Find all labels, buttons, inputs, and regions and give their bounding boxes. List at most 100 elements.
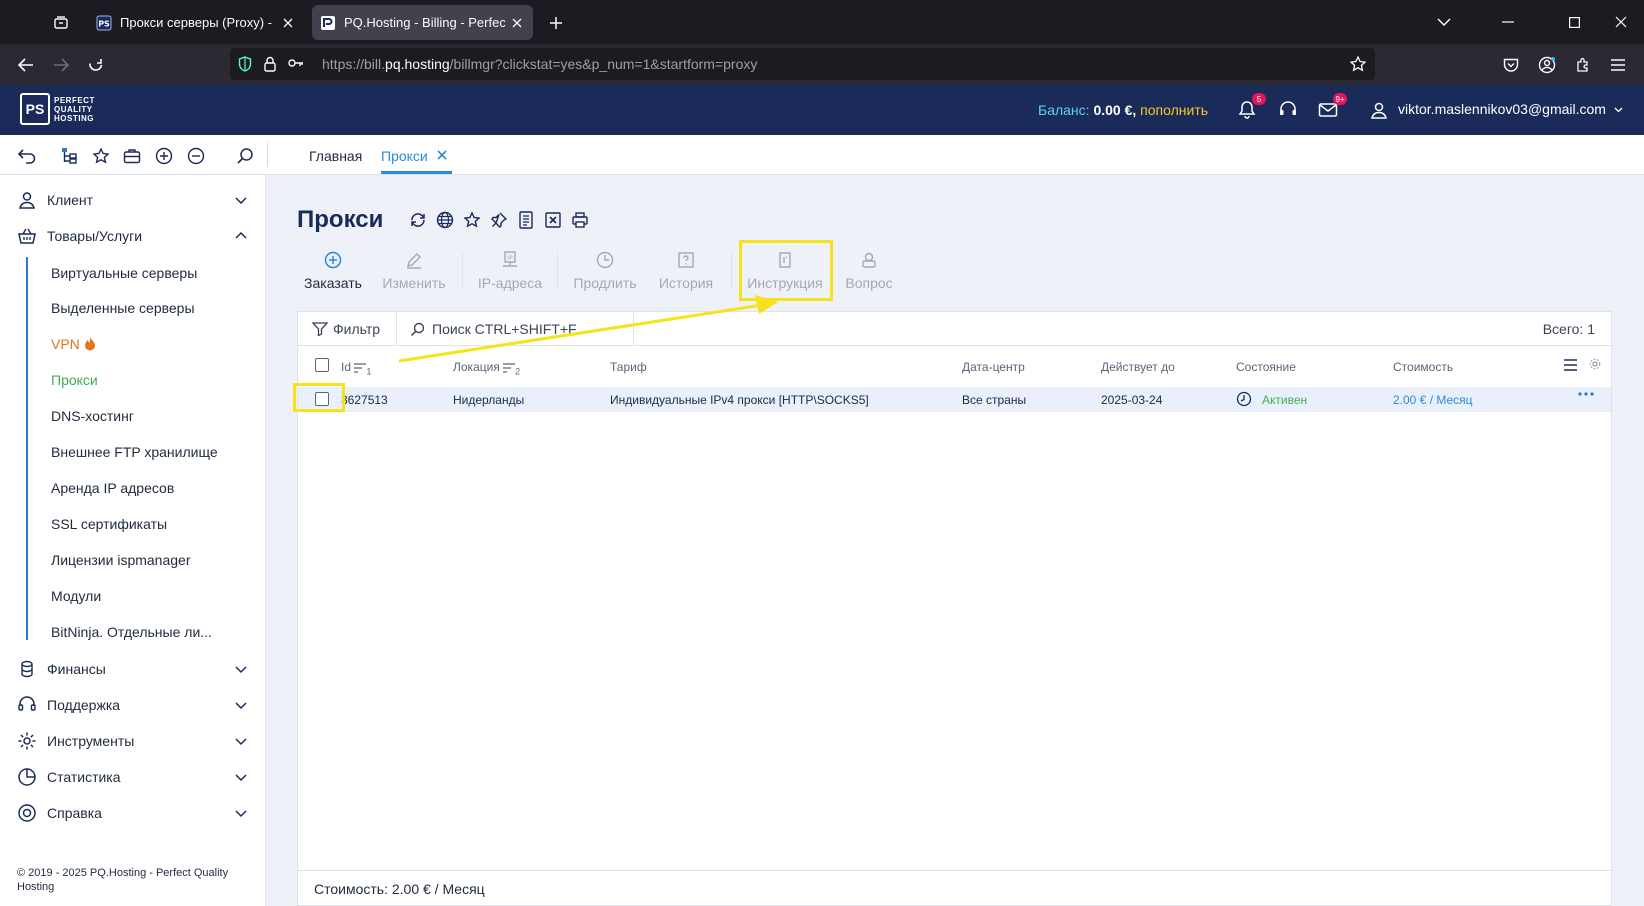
order-button[interactable]: Заказать bbox=[302, 249, 364, 294]
column-header-location[interactable]: Локация 2 bbox=[453, 360, 520, 376]
close-window-icon[interactable] bbox=[1598, 0, 1644, 44]
sidebar-item-products[interactable]: Товары/Услуги bbox=[0, 221, 266, 251]
column-header-datacenter[interactable]: Дата-центр bbox=[962, 360, 1025, 374]
minimize-icon[interactable] bbox=[1485, 0, 1531, 44]
zoom-in-icon[interactable] bbox=[153, 145, 175, 167]
document-icon[interactable] bbox=[516, 210, 536, 230]
ip-addresses-button[interactable]: IP IP-адреса bbox=[476, 249, 544, 294]
sidebar-item-bitninja[interactable]: BitNinja. Отдельные ли... bbox=[51, 624, 212, 640]
history-button[interactable]: История bbox=[655, 249, 717, 294]
sidebar-item-ip-rent[interactable]: Аренда IP адресов bbox=[51, 480, 174, 496]
edit-button[interactable]: Изменить bbox=[380, 249, 448, 294]
active-tab-indicator bbox=[381, 171, 452, 174]
question-button[interactable]: Вопрос bbox=[840, 249, 898, 294]
sidebar-item-help[interactable]: Справка bbox=[0, 798, 266, 828]
back-icon[interactable] bbox=[11, 50, 41, 80]
total-cost: Стоимость: 2.00 € / Месяц bbox=[314, 881, 485, 897]
tab-proxy[interactable]: Прокси bbox=[381, 148, 428, 164]
bookmark-star-icon[interactable] bbox=[1350, 56, 1366, 72]
sidebar-item-support[interactable]: Поддержка bbox=[0, 690, 266, 720]
column-header-cost[interactable]: Стоимость bbox=[1393, 360, 1453, 374]
column-header-status[interactable]: Состояние bbox=[1236, 360, 1296, 374]
lock-icon[interactable] bbox=[264, 56, 276, 72]
row-more-icon[interactable] bbox=[1578, 391, 1594, 397]
sidebar-item-client[interactable]: Клиент bbox=[0, 185, 266, 215]
menu-hamburger-icon[interactable] bbox=[1603, 50, 1633, 80]
coins-icon bbox=[17, 659, 37, 679]
sidebar-item-ftp[interactable]: Внешнее FTP хранилище bbox=[51, 444, 218, 460]
table-row[interactable]: 3627513 Нидерланды Индивидуальные IPv4 п… bbox=[298, 387, 1611, 412]
instruction-highlight-box bbox=[739, 240, 833, 301]
briefcase-icon[interactable] bbox=[121, 145, 143, 167]
sidebar-item-finance[interactable]: Финансы bbox=[0, 654, 266, 684]
fire-icon bbox=[84, 336, 96, 351]
column-header-tariff[interactable]: Тариф bbox=[610, 360, 647, 374]
topup-link[interactable]: пополнить bbox=[1140, 102, 1208, 118]
copyright: © 2019 - 2025 PQ.Hosting - Perfect Quali… bbox=[17, 867, 229, 893]
tab-home[interactable]: Главная bbox=[309, 148, 362, 164]
new-tab-icon[interactable] bbox=[541, 8, 571, 38]
tab-list-chevron-icon[interactable] bbox=[1421, 0, 1467, 44]
select-all-checkbox[interactable] bbox=[315, 358, 329, 372]
tracking-shield-icon[interactable] bbox=[238, 56, 252, 72]
zoom-out-icon[interactable] bbox=[185, 145, 207, 167]
gear-icon bbox=[17, 731, 37, 751]
columns-list-icon[interactable] bbox=[1564, 359, 1577, 371]
tab-billing[interactable]: PQ.Hosting - Billing - Perfect Qu bbox=[312, 5, 533, 40]
pocket-icon[interactable] bbox=[1496, 50, 1526, 80]
clock-icon bbox=[594, 249, 616, 271]
tab-title: Прокси серверы (Proxy) - Купи bbox=[120, 15, 276, 30]
back-arrow-icon[interactable] bbox=[16, 145, 38, 167]
print-icon[interactable] bbox=[570, 210, 590, 230]
reload-icon[interactable] bbox=[81, 50, 111, 80]
url-bar[interactable]: https://bill.pq.hosting/billmgr?clicksta… bbox=[230, 48, 1375, 80]
table-search-input[interactable]: Поиск CTRL+SHIFT+F bbox=[410, 321, 577, 337]
search-icon[interactable] bbox=[234, 145, 256, 167]
total-count: Всего: 1 bbox=[1542, 321, 1595, 337]
sidebar-item-dedicated[interactable]: Выделенные серверы bbox=[51, 300, 195, 316]
star-icon[interactable] bbox=[462, 210, 482, 230]
sidebar-item-vps[interactable]: Виртуальные серверы bbox=[51, 265, 197, 281]
sidebar-item-proxy[interactable]: Прокси bbox=[51, 372, 98, 388]
table-footer: Стоимость: 2.00 € / Месяц bbox=[298, 870, 1611, 906]
tree-structure-icon[interactable] bbox=[58, 145, 80, 167]
support-headset-icon[interactable] bbox=[1275, 97, 1301, 123]
globe-icon[interactable] bbox=[435, 210, 455, 230]
sidebar-item-modules[interactable]: Модули bbox=[51, 588, 101, 604]
sidebar-item-vpn[interactable]: VPN bbox=[51, 336, 96, 352]
tab-overview-icon[interactable] bbox=[46, 8, 76, 38]
table-settings-gear-icon[interactable] bbox=[1589, 358, 1601, 370]
permissions-key-icon[interactable] bbox=[288, 57, 304, 69]
excel-export-icon[interactable] bbox=[543, 210, 563, 230]
sidebar-item-tools[interactable]: Инструменты bbox=[0, 726, 266, 756]
action-divider bbox=[462, 252, 463, 290]
account-icon[interactable] bbox=[1532, 50, 1562, 80]
url-text[interactable]: https://bill.pq.hosting/billmgr?clicksta… bbox=[322, 56, 757, 72]
sidebar-item-statistics[interactable]: Статистика bbox=[0, 762, 266, 792]
tab-close-icon[interactable] bbox=[509, 15, 525, 31]
filter-button[interactable]: Фильтр bbox=[312, 321, 380, 337]
browser-nav-bar: https://bill.pq.hosting/billmgr?clicksta… bbox=[0, 44, 1644, 85]
history-icon bbox=[675, 249, 697, 271]
messages-envelope-icon[interactable]: 9+ bbox=[1315, 93, 1347, 123]
user-icon[interactable] bbox=[1366, 97, 1392, 123]
cell-cost[interactable]: 2.00 € / Месяц bbox=[1393, 393, 1473, 407]
notifications-bell-icon[interactable]: 5 bbox=[1234, 93, 1266, 123]
favorites-star-icon[interactable] bbox=[90, 145, 112, 167]
refresh-icon[interactable] bbox=[408, 210, 428, 230]
maximize-icon[interactable] bbox=[1551, 0, 1597, 44]
user-menu[interactable]: viktor.maslennikov03@gmail.com bbox=[1398, 101, 1623, 117]
renew-button[interactable]: Продлить bbox=[571, 249, 639, 294]
tab-proxy-servers[interactable]: PS Прокси серверы (Proxy) - Купи bbox=[88, 5, 304, 40]
column-header-id[interactable]: Id 1 bbox=[341, 360, 371, 376]
sidebar-item-dns[interactable]: DNS-хостинг bbox=[51, 408, 134, 424]
tab-close-icon[interactable] bbox=[280, 15, 296, 31]
close-tab-icon[interactable] bbox=[436, 149, 448, 161]
sidebar-item-ssl[interactable]: SSL сертификаты bbox=[51, 516, 167, 532]
extensions-icon[interactable] bbox=[1568, 50, 1598, 80]
column-header-valid-until[interactable]: Действует до bbox=[1101, 360, 1175, 374]
forward-icon[interactable] bbox=[46, 50, 76, 80]
pin-icon[interactable] bbox=[489, 210, 509, 230]
pq-logo[interactable]: PS PERFECT QUALITY HOSTING bbox=[20, 93, 95, 125]
sidebar-item-ispmanager[interactable]: Лицензии ispmanager bbox=[51, 552, 191, 568]
